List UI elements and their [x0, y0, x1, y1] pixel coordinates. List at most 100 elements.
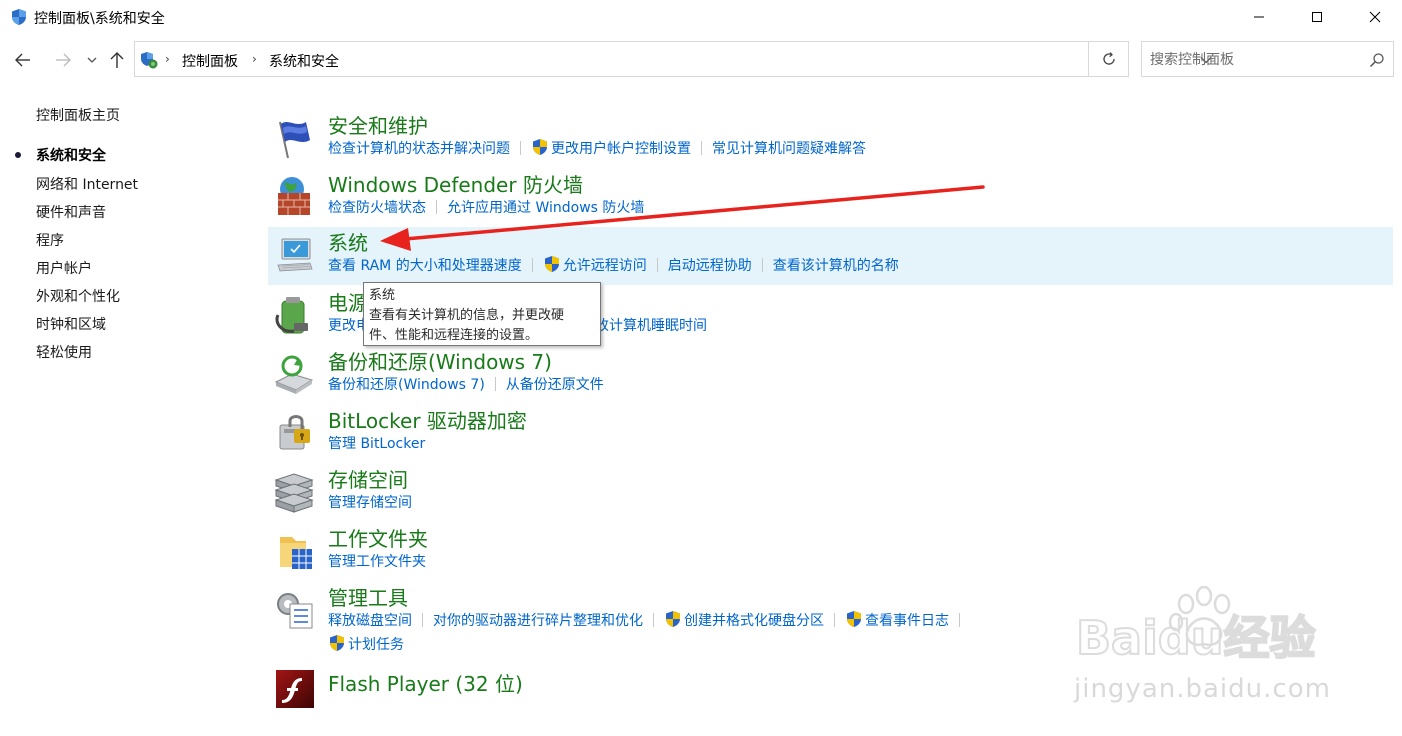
tooltip-description-line1: 查看有关计算机的信息，并更改硬	[369, 308, 565, 323]
minimize-icon	[1254, 16, 1264, 18]
close-icon	[1369, 11, 1381, 23]
sidebar-item-home[interactable]: 控制面板主页	[36, 105, 120, 125]
category-title[interactable]: 备份和还原(Windows 7)	[328, 346, 552, 375]
category-title[interactable]: 存储空间	[328, 464, 408, 493]
active-bullet	[15, 152, 21, 158]
flag-icon	[279, 121, 310, 159]
category-bitlocker: BitLocker 驱动器加密 管理 BitLocker	[268, 405, 1393, 463]
arrow-left-icon	[15, 53, 30, 67]
watermark-brand: Baidu经验	[1076, 611, 1316, 662]
sidebar-item-clock-region[interactable]: 时钟和区域	[36, 314, 106, 334]
link-restore-files[interactable]: 从备份还原文件	[506, 374, 604, 394]
link-manage-bitlocker[interactable]: 管理 BitLocker	[328, 433, 425, 453]
category-title[interactable]: 工作文件夹	[328, 523, 428, 552]
link-manage-work-folders[interactable]: 管理工作文件夹	[328, 551, 426, 571]
link-view-ram-cpu[interactable]: 查看 RAM 的大小和处理器速度	[328, 255, 522, 275]
control-panel-shield-icon	[141, 52, 158, 69]
link-disk-cleanup[interactable]: 释放磁盘空间	[328, 610, 412, 630]
link-event-logs[interactable]: 查看事件日志	[865, 610, 949, 630]
link-separator	[653, 613, 654, 627]
link-task-scheduler[interactable]: 计划任务	[348, 634, 404, 654]
link-computer-name[interactable]: 查看该计算机的名称	[773, 255, 899, 275]
flash-icon	[276, 670, 314, 708]
baidu-watermark: Baidu经验 jingyan.baidu.com	[1068, 582, 1338, 712]
forward-button[interactable]	[50, 46, 76, 74]
sidebar-item-hardware[interactable]: 硬件和声音	[36, 202, 106, 222]
uac-shield-icon	[666, 611, 680, 627]
breadcrumb-separator[interactable]: ›	[252, 52, 257, 66]
maximize-icon	[1312, 12, 1322, 22]
refresh-button[interactable]	[1089, 41, 1129, 77]
link-separator	[701, 141, 702, 155]
category-title[interactable]: 管理工具	[328, 582, 408, 611]
sidebar-item-programs[interactable]: 程序	[36, 230, 64, 250]
sidebar-item-system-security[interactable]: 系统和安全	[36, 145, 106, 165]
sidebar-item-appearance[interactable]: 外观和个性化	[36, 286, 120, 306]
link-partition-disk[interactable]: 创建并格式化硬盘分区	[684, 610, 824, 630]
category-title[interactable]: Flash Player (32 位)	[328, 668, 523, 697]
link-separator	[436, 200, 437, 214]
back-button[interactable]	[10, 46, 36, 74]
address-bar[interactable]: › 控制面板 › 系统和安全	[134, 41, 1212, 77]
navigation-bar: › 控制面板 › 系统和安全	[0, 38, 1402, 82]
category-title[interactable]: BitLocker 驱动器加密	[328, 405, 527, 434]
up-button[interactable]	[104, 46, 130, 74]
link-backup-restore[interactable]: 备份和还原(Windows 7)	[328, 374, 485, 394]
firewall-icon	[278, 177, 310, 215]
category-links: 释放磁盘空间 对你的驱动器进行碎片整理和优化 创建并格式化硬盘分区 查看事件日志	[328, 610, 970, 630]
search-icon[interactable]	[1368, 51, 1386, 69]
link-separator	[494, 377, 496, 391]
maximize-button[interactable]	[1288, 0, 1346, 34]
category-work-folders: 工作文件夹 管理工作文件夹	[268, 523, 1393, 581]
power-icon	[275, 297, 308, 334]
sidebar-item-user-accounts[interactable]: 用户帐户	[36, 258, 92, 278]
category-links: 备份和还原(Windows 7) 从备份还原文件	[328, 374, 604, 394]
link-remote-assistance[interactable]: 启动远程协助	[668, 255, 752, 275]
category-links: 查看 RAM 的大小和处理器速度 允许远程访问 启动远程协助 查看该计算机的名称	[328, 255, 899, 275]
category-storage-spaces: 存储空间 管理存储空间	[268, 464, 1393, 522]
link-separator	[531, 258, 533, 272]
sidebar-item-ease-of-access[interactable]: 轻松使用	[36, 342, 92, 362]
tooltip: 系统 查看有关计算机的信息，并更改硬 件、性能和远程连接的设置。	[363, 282, 601, 346]
link-firewall-status[interactable]: 检查防火墙状态	[328, 197, 426, 217]
window-title: 控制面板\系统和安全	[34, 11, 165, 27]
category-system[interactable]: 系统 查看 RAM 的大小和处理器速度 允许远程访问 启动远程协助 查看该计算机的名称	[268, 227, 1393, 285]
category-title[interactable]: Windows Defender 防火墙	[328, 169, 583, 198]
uac-shield-icon	[847, 611, 861, 627]
admin-tools-icon	[277, 593, 313, 629]
computer-icon	[277, 238, 313, 272]
uac-shield-icon	[544, 256, 559, 272]
storage-icon	[274, 473, 314, 513]
category-backup-restore: 备份和还原(Windows 7) 备份和还原(Windows 7) 从备份还原文件	[268, 346, 1393, 404]
link-allow-app-firewall[interactable]: 允许应用通过 Windows 防火墙	[447, 197, 644, 217]
link-separator	[422, 613, 423, 627]
category-title[interactable]: 系统	[328, 227, 368, 256]
tooltip-description-line2: 件、性能和远程连接的设置。	[369, 328, 539, 343]
search-box[interactable]	[1141, 41, 1394, 77]
chevron-down-icon	[87, 57, 97, 63]
baidu-paw-logo: Baidu经验	[1075, 585, 1317, 662]
search-input[interactable]	[1150, 50, 1360, 70]
link-troubleshoot[interactable]: 常见计算机问题疑难解答	[712, 138, 866, 158]
category-links-second-row: 计划任务	[328, 634, 404, 654]
recent-locations-button[interactable]	[82, 46, 102, 74]
link-uac-settings[interactable]: 更改用户帐户控制设置	[551, 138, 691, 158]
link-separator	[761, 258, 763, 272]
control-panel-shield-icon	[12, 9, 26, 25]
breadcrumb-control-panel[interactable]: 控制面板	[182, 51, 238, 71]
category-links: 管理 BitLocker	[328, 433, 425, 453]
sidebar-item-network[interactable]: 网络和 Internet	[36, 174, 138, 194]
link-check-status[interactable]: 检查计算机的状态并解决问题	[328, 138, 510, 158]
uac-shield-icon	[330, 635, 344, 651]
link-defragment[interactable]: 对你的驱动器进行碎片整理和优化	[433, 610, 643, 630]
minimize-button[interactable]	[1230, 0, 1288, 34]
link-manage-storage[interactable]: 管理存储空间	[328, 492, 412, 512]
breadcrumb-system-security[interactable]: 系统和安全	[269, 51, 339, 71]
category-title[interactable]: 安全和维护	[328, 110, 428, 139]
breadcrumb-separator[interactable]: ›	[165, 52, 170, 66]
category-security-maintenance: 安全和维护 检查计算机的状态并解决问题 更改用户帐户控制设置 常见计算机问题疑难解答	[268, 110, 1393, 168]
close-button[interactable]	[1346, 0, 1402, 34]
link-allow-remote-access[interactable]: 允许远程访问	[563, 255, 647, 275]
category-title[interactable]: 电源	[328, 287, 368, 316]
link-separator	[520, 141, 521, 155]
